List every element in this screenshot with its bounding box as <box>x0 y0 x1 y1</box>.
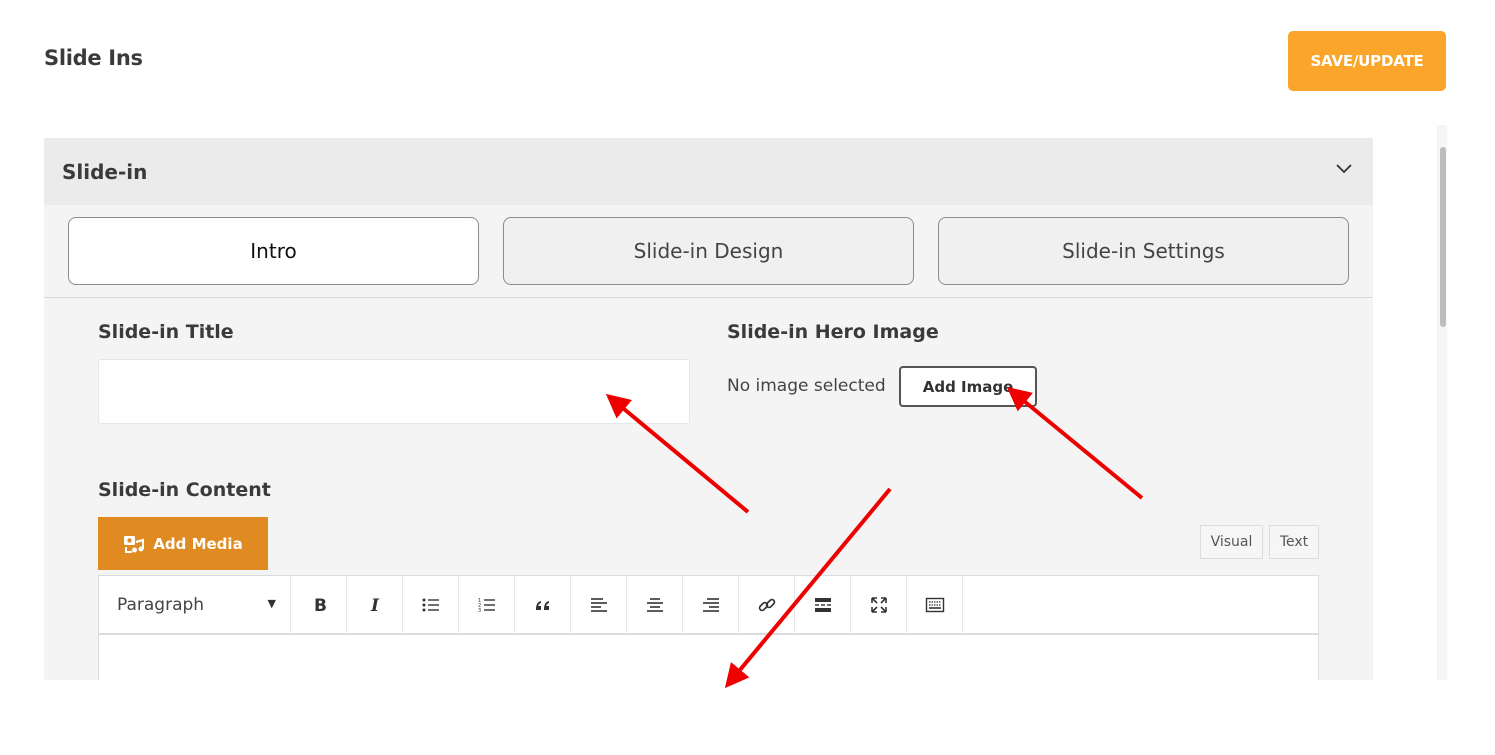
bold-button[interactable]: B <box>291 576 347 634</box>
toolbar-toggle-button[interactable] <box>907 576 963 634</box>
format-select[interactable]: Paragraph ▼ <box>99 576 291 634</box>
add-image-button[interactable]: Add Image <box>899 366 1037 407</box>
editor-toolbar: Paragraph ▼ B I 1 2 3 <box>98 575 1319 635</box>
link-icon <box>758 598 775 612</box>
slide-in-title-input[interactable] <box>98 359 690 424</box>
hero-image-label: Slide-in Hero Image <box>727 321 939 343</box>
svg-text:B: B <box>314 596 327 615</box>
content-field-label: Slide-in Content <box>98 479 271 501</box>
add-media-button[interactable]: Add Media <box>98 517 268 570</box>
align-center-button[interactable] <box>627 576 683 634</box>
tab-slide-in-settings[interactable]: Slide-in Settings <box>938 217 1349 285</box>
align-right-button[interactable] <box>683 576 739 634</box>
title-field-label: Slide-in Title <box>98 321 234 343</box>
tab-visual[interactable]: Visual <box>1200 525 1263 559</box>
tab-text[interactable]: Text <box>1269 525 1319 559</box>
editor-content-area[interactable] <box>98 635 1319 680</box>
numbered-list-icon: 1 2 3 <box>478 598 495 614</box>
align-left-button[interactable] <box>571 576 627 634</box>
tab-intro[interactable]: Intro <box>68 217 479 285</box>
read-more-icon <box>814 598 831 612</box>
align-center-icon <box>646 598 663 612</box>
bold-icon: B <box>314 596 327 615</box>
italic-button[interactable]: I <box>347 576 403 634</box>
slide-in-panel: Slide-in Intro Slide-in Design Slide-in … <box>44 138 1373 680</box>
dropdown-arrow-icon: ▼ <box>267 597 276 610</box>
add-media-label: Add Media <box>153 534 243 553</box>
tab-slide-in-design[interactable]: Slide-in Design <box>503 217 914 285</box>
svg-text:I: I <box>370 596 380 615</box>
save-update-button[interactable]: SAVE/UPDATE <box>1288 31 1446 91</box>
panel-title: Slide-in <box>62 160 148 184</box>
media-icon <box>124 535 145 553</box>
format-value: Paragraph <box>117 595 205 615</box>
scrollbar[interactable] <box>1437 125 1447 680</box>
italic-icon: I <box>370 596 380 615</box>
read-more-button[interactable] <box>795 576 851 634</box>
align-right-icon <box>702 598 719 612</box>
align-left-icon <box>590 598 607 612</box>
blockquote-icon <box>535 601 549 610</box>
tabs-bar: Intro Slide-in Design Slide-in Settings <box>44 205 1373 298</box>
svg-text:3: 3 <box>478 608 481 614</box>
no-image-text: No image selected <box>727 376 886 396</box>
bulleted-list-button[interactable] <box>403 576 459 634</box>
toolbar-toggle-icon <box>925 597 944 613</box>
page-title: Slide Ins <box>44 46 143 70</box>
scrollbar-thumb[interactable] <box>1440 147 1446 327</box>
fullscreen-icon <box>870 597 887 613</box>
chevron-down-icon[interactable] <box>1334 158 1354 178</box>
panel-header[interactable]: Slide-in <box>44 138 1373 205</box>
fullscreen-button[interactable] <box>851 576 907 634</box>
numbered-list-button[interactable]: 1 2 3 <box>459 576 515 634</box>
insert-link-button[interactable] <box>739 576 795 634</box>
bulleted-list-icon <box>422 598 439 612</box>
blockquote-button[interactable] <box>515 576 571 634</box>
